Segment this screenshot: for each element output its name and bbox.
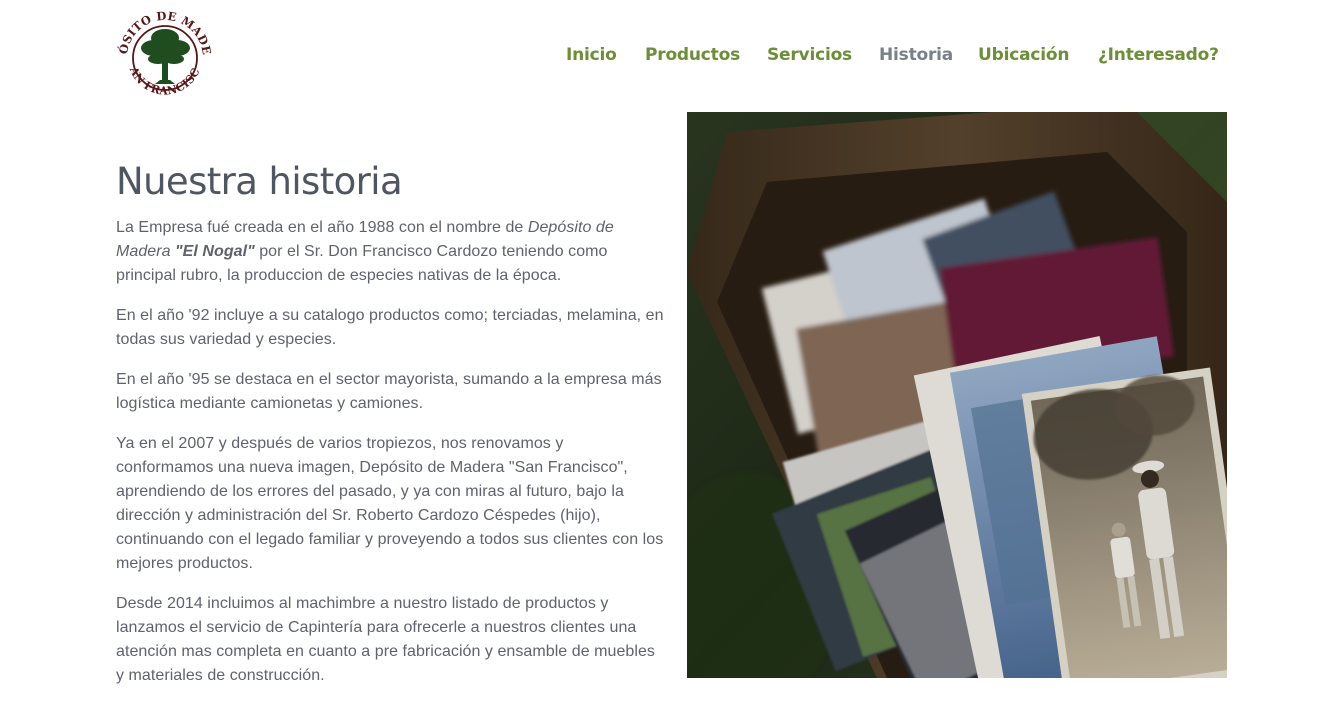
nav-link-productos[interactable]: Productos (645, 45, 740, 65)
history-text: La Empresa fué creada en el año 1988 con… (116, 216, 664, 704)
page-title: Nuestra historia (116, 160, 403, 203)
nav-link-historia[interactable]: Historia (879, 45, 953, 65)
nav-link-ubicacion[interactable]: Ubicación (978, 45, 1069, 65)
paragraph-4: Ya en el 2007 y después de varios tropie… (116, 435, 664, 572)
company-logo[interactable]: DEPÓSITO DE MADERAS SAN FRANCISCO (109, 0, 215, 106)
old-photos-image (687, 112, 1227, 678)
paragraph-1: La Empresa fué creada en el año 1988 con… (116, 219, 614, 284)
nav-link-interesado[interactable]: ¿Interesado? (1098, 45, 1219, 65)
nav-link-inicio[interactable]: Inicio (566, 45, 617, 65)
paragraph-2: En el año '92 incluye a su catalogo prod… (116, 307, 664, 348)
nav-link-servicios[interactable]: Servicios (767, 45, 852, 65)
paragraph-5: Desde 2014 incluimos al machimbre a nues… (116, 595, 655, 684)
tree-icon (141, 29, 190, 84)
company-name-nogal: "El Nogal" (175, 243, 255, 260)
paragraph-3: En el año '95 se destaca en el sector ma… (116, 371, 662, 412)
main-nav: Inicio Productos Servicios Historia Ubic… (566, 45, 1219, 69)
